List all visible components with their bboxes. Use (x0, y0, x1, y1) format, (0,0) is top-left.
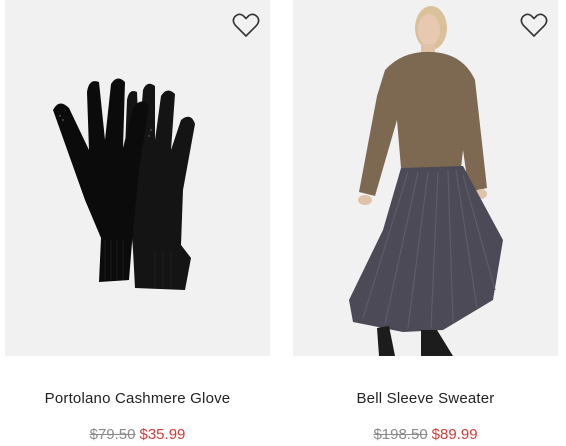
original-price: $79.50 (89, 426, 136, 443)
product-price: $79.50 $35.99 (5, 426, 270, 443)
gloves-image (53, 78, 195, 290)
heart-outline-icon[interactable] (520, 12, 548, 38)
heart-outline-icon[interactable] (232, 12, 260, 38)
product-price: $198.50 $89.99 (293, 426, 558, 443)
sale-price: $35.99 (139, 426, 186, 443)
product-card[interactable]: Bell Sleeve Sweater $198.50 $89.99 (293, 0, 558, 443)
sale-price: $89.99 (431, 426, 478, 443)
product-name[interactable]: Bell Sleeve Sweater (293, 390, 558, 407)
product-image[interactable] (5, 0, 270, 356)
product-name[interactable]: Portolano Cashmere Glove (5, 390, 270, 407)
product-image[interactable] (293, 0, 558, 356)
original-price: $198.50 (373, 426, 428, 443)
product-card[interactable]: Portolano Cashmere Glove $79.50 $35.99 (5, 0, 270, 443)
model-image (349, 6, 503, 356)
